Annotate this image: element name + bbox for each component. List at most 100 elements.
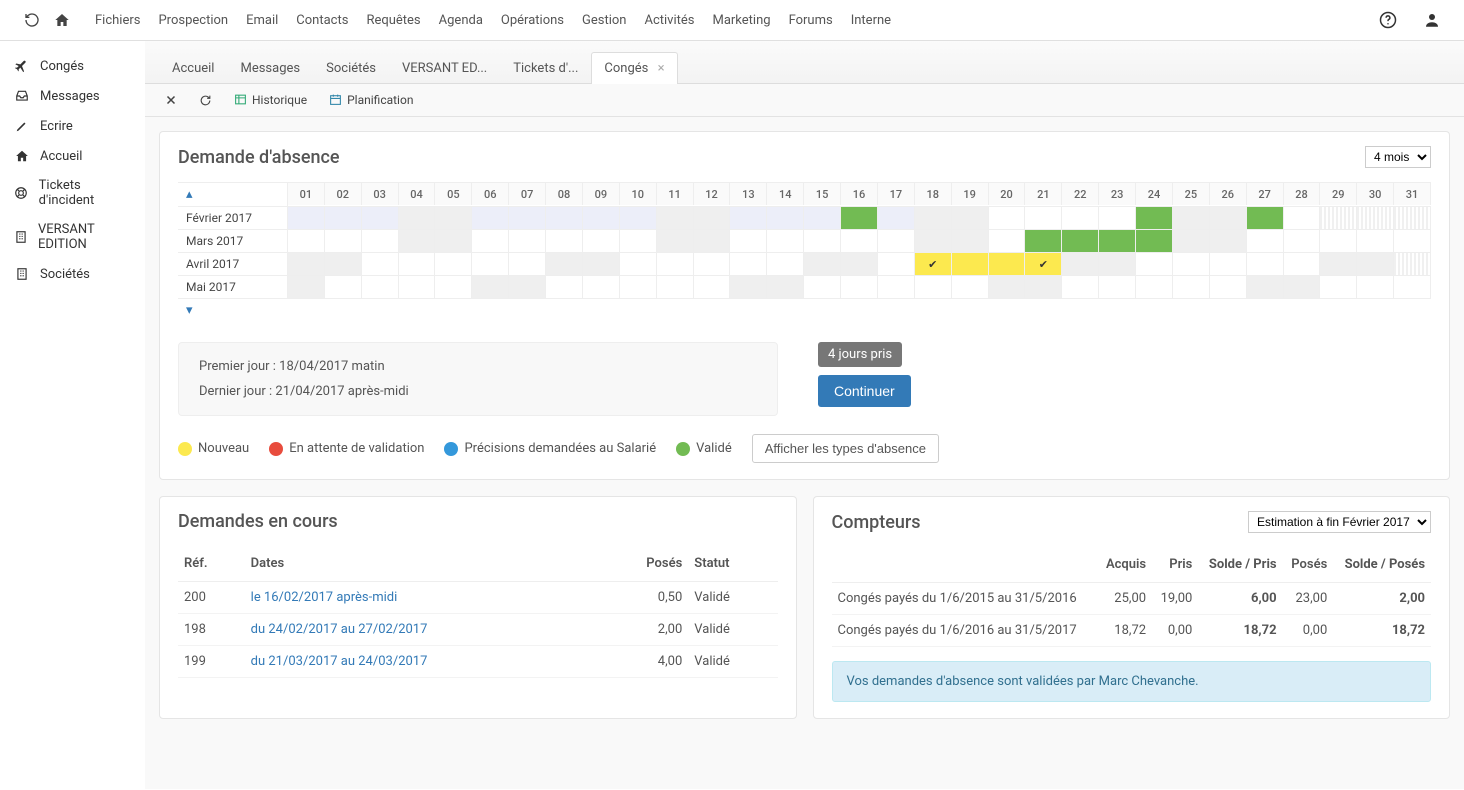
menu-email[interactable]: Email xyxy=(246,13,278,28)
menu-agenda[interactable]: Agenda xyxy=(439,13,483,28)
sidebar-item-conges[interactable]: Congés xyxy=(0,51,145,81)
calendar-cell[interactable] xyxy=(546,276,583,298)
calendar-cell[interactable] xyxy=(1247,230,1284,252)
calendar-cell[interactable] xyxy=(472,230,509,252)
calendar-cell[interactable] xyxy=(694,276,731,298)
calendar-cell[interactable] xyxy=(509,276,546,298)
help-icon[interactable] xyxy=(1376,8,1400,32)
calendar-cell[interactable] xyxy=(1099,230,1136,252)
menu-forums[interactable]: Forums xyxy=(789,13,833,28)
home-icon[interactable] xyxy=(50,8,74,32)
calendar-cell[interactable] xyxy=(878,230,915,252)
calendar-cell[interactable] xyxy=(878,253,915,275)
calendar-cell[interactable] xyxy=(1062,253,1099,275)
calendar-cell[interactable] xyxy=(952,207,989,229)
chevron-down-icon[interactable]: ▾ xyxy=(186,303,193,318)
calendar-cell[interactable] xyxy=(1136,207,1173,229)
calendar-cell[interactable] xyxy=(1136,253,1173,275)
calendar-cell[interactable] xyxy=(804,230,841,252)
calendar-cell[interactable] xyxy=(583,230,620,252)
calendar-cell[interactable] xyxy=(694,207,731,229)
calendar-cell[interactable] xyxy=(1173,207,1210,229)
calendar-cell[interactable] xyxy=(399,230,436,252)
tab-accueil[interactable]: Accueil xyxy=(159,52,227,84)
chevron-up-icon[interactable]: ▴ xyxy=(186,187,193,202)
calendar-cell[interactable] xyxy=(399,253,436,275)
calendar-cell[interactable] xyxy=(1136,276,1173,298)
calendar-cell[interactable] xyxy=(1357,230,1394,252)
menu-marketing[interactable]: Marketing xyxy=(712,13,770,28)
continue-button[interactable]: Continuer xyxy=(818,375,911,407)
calendar-cell[interactable] xyxy=(472,276,509,298)
calendar-cell[interactable] xyxy=(325,253,362,275)
calendar-cell[interactable] xyxy=(472,253,509,275)
calendar-cell[interactable] xyxy=(952,276,989,298)
close-panel-icon[interactable] xyxy=(159,91,183,109)
calendar-cell[interactable] xyxy=(1062,276,1099,298)
sidebar-item-accueil[interactable]: Accueil xyxy=(0,141,145,171)
date-link[interactable]: le 16/02/2017 après-midi xyxy=(251,590,398,605)
sidebar-item-versant[interactable]: VERSANT EDITION xyxy=(0,215,145,259)
calendar-cell[interactable] xyxy=(546,207,583,229)
range-select[interactable]: 4 mois xyxy=(1365,146,1431,168)
calendar-cell[interactable] xyxy=(1320,207,1357,229)
calendar-cell[interactable] xyxy=(583,253,620,275)
menu-requetes[interactable]: Requêtes xyxy=(366,13,420,28)
calendar-cell[interactable] xyxy=(767,253,804,275)
calendar-cell[interactable] xyxy=(989,207,1026,229)
calendar-cell[interactable] xyxy=(509,230,546,252)
calendar-cell[interactable] xyxy=(1099,276,1136,298)
calendar-cell[interactable] xyxy=(362,276,399,298)
calendar-cell[interactable] xyxy=(1357,207,1394,229)
calendar-cell[interactable] xyxy=(325,230,362,252)
calendar-cell[interactable] xyxy=(1394,230,1431,252)
calendar-cell[interactable] xyxy=(1099,253,1136,275)
calendar-cell[interactable] xyxy=(878,207,915,229)
calendar-cell[interactable] xyxy=(841,253,878,275)
calendar-cell[interactable] xyxy=(288,230,325,252)
calendar-cell[interactable] xyxy=(1284,207,1321,229)
calendar-cell[interactable] xyxy=(1247,207,1284,229)
tab-versant[interactable]: VERSANT ED... xyxy=(389,52,500,84)
calendar-cell[interactable] xyxy=(915,230,952,252)
calendar-cell[interactable] xyxy=(1394,253,1431,275)
calendar-cell[interactable] xyxy=(399,276,436,298)
menu-prospection[interactable]: Prospection xyxy=(158,13,228,28)
calendar-cell[interactable]: ✔ xyxy=(915,253,952,275)
calendar-cell[interactable] xyxy=(841,230,878,252)
calendar-cell[interactable] xyxy=(472,207,509,229)
calendar-cell[interactable] xyxy=(509,207,546,229)
calendar-cell[interactable] xyxy=(1025,230,1062,252)
calendar-cell[interactable] xyxy=(583,276,620,298)
calendar-cell[interactable] xyxy=(1247,276,1284,298)
calendar-cell[interactable] xyxy=(1394,207,1431,229)
calendar-cell[interactable] xyxy=(1062,207,1099,229)
calendar-cell[interactable] xyxy=(1394,276,1431,298)
calendar-cell[interactable] xyxy=(730,230,767,252)
calendar-cell[interactable] xyxy=(546,253,583,275)
planification-button[interactable]: Planification xyxy=(323,90,419,110)
calendar-cell[interactable] xyxy=(362,207,399,229)
calendar-cell[interactable] xyxy=(915,207,952,229)
calendar-cell[interactable] xyxy=(1284,253,1321,275)
calendar-cell[interactable] xyxy=(288,276,325,298)
calendar-cell[interactable] xyxy=(730,207,767,229)
calendar-cell[interactable] xyxy=(657,207,694,229)
calendar-cell[interactable] xyxy=(1210,276,1247,298)
sidebar-item-ecrire[interactable]: Ecrire xyxy=(0,111,145,141)
calendar-cell[interactable] xyxy=(1062,230,1099,252)
calendar-cell[interactable] xyxy=(1320,253,1357,275)
calendar-cell[interactable] xyxy=(1357,276,1394,298)
calendar-cell[interactable] xyxy=(841,207,878,229)
history-back-icon[interactable] xyxy=(20,8,44,32)
menu-interne[interactable]: Interne xyxy=(851,13,891,28)
calendar-cell[interactable] xyxy=(1025,207,1062,229)
calendar-cell[interactable] xyxy=(915,276,952,298)
calendar-cell[interactable] xyxy=(952,253,989,275)
calendar-cell[interactable] xyxy=(1210,253,1247,275)
calendar-cell[interactable] xyxy=(509,253,546,275)
calendar-cell[interactable] xyxy=(435,230,472,252)
calendar-cell[interactable] xyxy=(694,230,731,252)
calendar-cell[interactable] xyxy=(1025,276,1062,298)
calendar-cell[interactable] xyxy=(1284,230,1321,252)
